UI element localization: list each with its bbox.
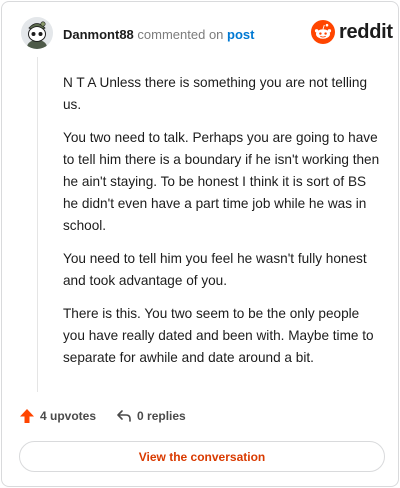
embedded-comment-card: Danmont88 commented on post reddit N T A… bbox=[1, 1, 399, 487]
reddit-logo[interactable]: reddit bbox=[311, 20, 393, 44]
post-link[interactable]: post bbox=[227, 27, 254, 42]
comment-paragraph: You need to tell him you feel he wasn't … bbox=[63, 251, 367, 288]
action-text: commented on bbox=[137, 27, 224, 42]
thread-line bbox=[37, 57, 38, 392]
reddit-snoo-icon bbox=[311, 20, 335, 44]
view-conversation-button[interactable]: View the conversation bbox=[19, 441, 385, 472]
comment-paragraph: N T A Unless there is something you are … bbox=[63, 75, 368, 112]
comment-paragraph: There is this. You two seem to be the on… bbox=[63, 306, 374, 365]
user-avatar[interactable] bbox=[21, 17, 53, 49]
upvote-button[interactable]: 4 upvotes bbox=[19, 408, 96, 424]
replies-button[interactable]: 0 replies bbox=[116, 408, 186, 424]
upvote-count: 4 upvotes bbox=[40, 409, 97, 423]
author-name[interactable]: Danmont88 bbox=[63, 27, 134, 42]
comment-paragraph: You two need to talk. Perhaps you are go… bbox=[63, 130, 380, 233]
reddit-wordmark: reddit bbox=[339, 20, 393, 43]
reply-count: 0 replies bbox=[137, 409, 186, 423]
comment-meta: Danmont88 commented on post bbox=[63, 27, 255, 43]
reply-arrow-icon bbox=[117, 410, 131, 422]
comment-actions: 4 upvotes 0 replies bbox=[19, 406, 186, 426]
comment-body: N T A Unless there is something you are … bbox=[63, 72, 381, 380]
avatar-icon bbox=[21, 17, 53, 49]
upvote-arrow-icon bbox=[20, 409, 34, 423]
